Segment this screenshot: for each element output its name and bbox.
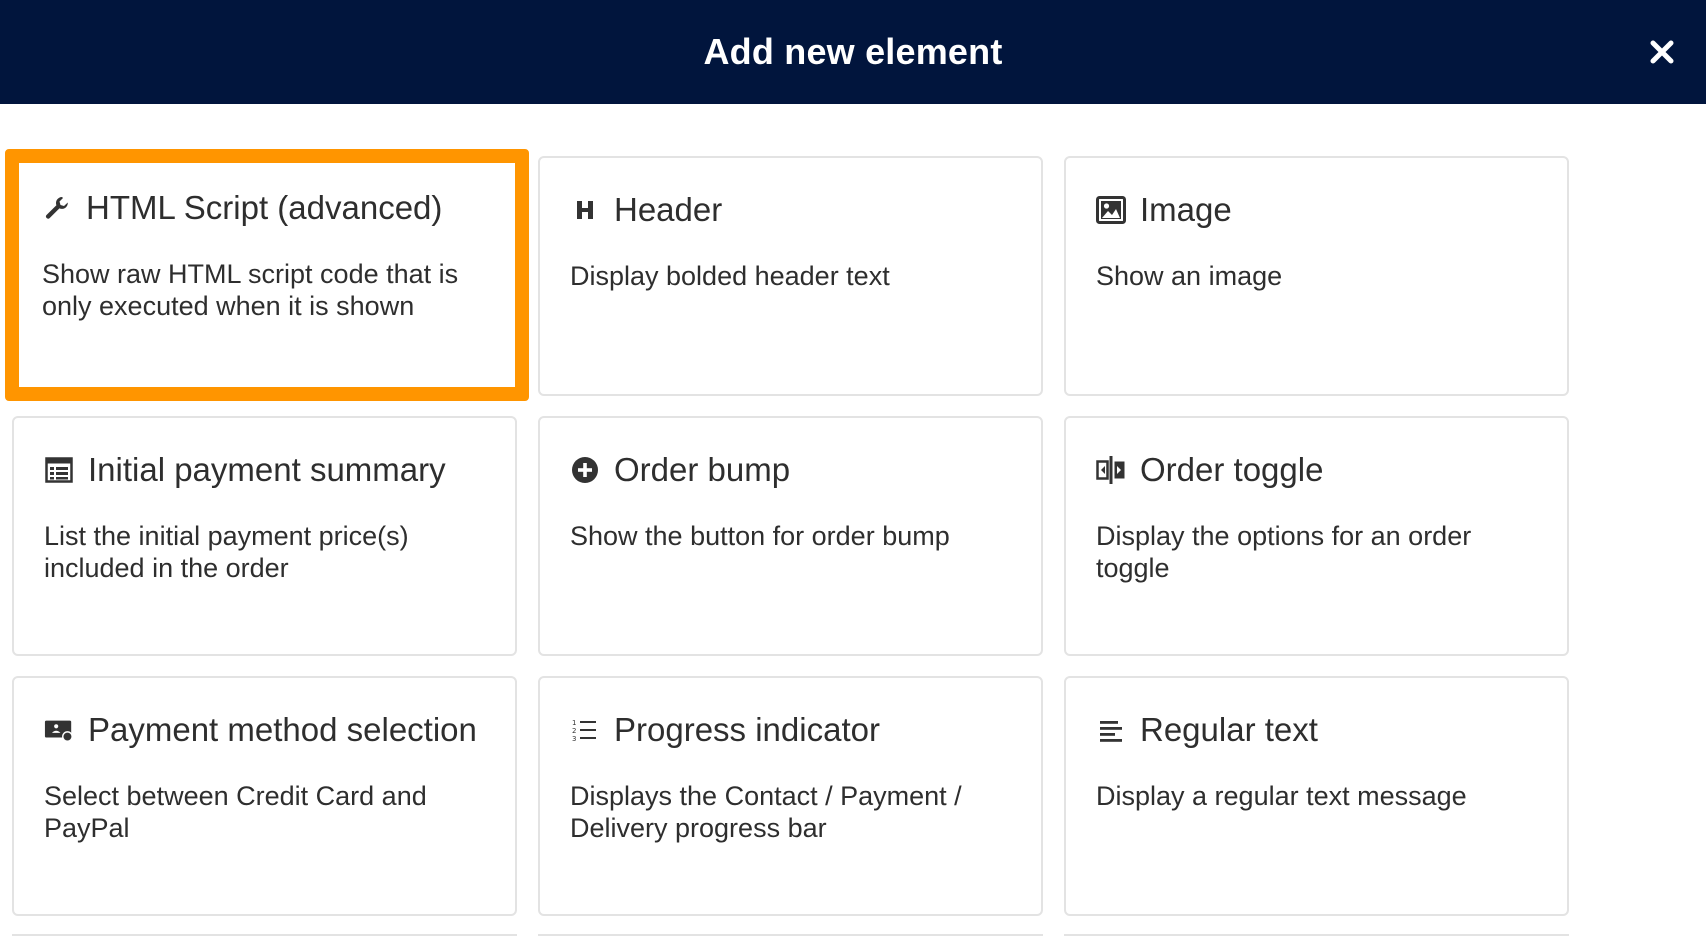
element-card-image[interactable]: Image Show an image <box>1064 156 1569 396</box>
close-icon <box>1650 40 1674 64</box>
card-description: Display bolded header text <box>570 261 890 291</box>
wrench-icon <box>42 193 72 223</box>
svg-text:2: 2 <box>572 727 576 735</box>
next-row-card-edge <box>1064 934 1569 940</box>
dialog-title: Add new element <box>703 31 1003 72</box>
card-description: Display a regular text message <box>1096 781 1467 811</box>
card-description: List the initial payment price(s) includ… <box>44 521 409 583</box>
card-description: Show an image <box>1096 261 1283 291</box>
card-title: Progress indicator <box>614 711 880 748</box>
card-title: Order toggle <box>1140 451 1324 488</box>
card-title: Header <box>614 191 723 228</box>
element-card-progress-indicator[interactable]: 1 2 3 Progress indicator Displays the Co… <box>538 676 1043 916</box>
numbered-list-icon: 1 2 3 <box>570 715 600 745</box>
svg-text:1: 1 <box>572 719 576 727</box>
card-description: Display the options for an order toggle <box>1096 521 1472 583</box>
card-description: Select between Credit Card and PayPal <box>44 781 427 843</box>
element-card-order-bump[interactable]: Order bump Show the button for order bum… <box>538 416 1043 656</box>
text-align-icon <box>1096 715 1126 745</box>
close-button[interactable] <box>1642 32 1682 72</box>
card-title: Image <box>1140 191 1232 228</box>
card-description: Displays the Contact / Payment / Deliver… <box>570 781 962 843</box>
payment-icon <box>44 715 74 745</box>
element-card-html-script[interactable]: HTML Script (advanced) Show raw HTML scr… <box>5 149 529 401</box>
svg-text:3: 3 <box>572 735 576 743</box>
table-icon <box>44 455 74 485</box>
next-row-card-edge <box>538 934 1043 940</box>
toggle-icon <box>1096 455 1126 485</box>
card-description: Show the button for order bump <box>570 521 950 551</box>
element-card-payment-method-selection[interactable]: Payment method selection Select between … <box>12 676 517 916</box>
card-title: Order bump <box>614 451 791 488</box>
plus-circle-icon <box>570 455 600 485</box>
element-card-order-toggle[interactable]: Order toggle Display the options for an … <box>1064 416 1569 656</box>
card-title: Regular text <box>1140 711 1318 748</box>
header-icon <box>570 195 600 225</box>
dialog-header: Add new element <box>0 0 1706 104</box>
card-description: Show raw HTML script code that is only e… <box>42 259 459 321</box>
element-grid: HTML Script (advanced) Show raw HTML scr… <box>5 149 1569 916</box>
image-icon <box>1096 195 1126 225</box>
card-title: Payment method selection <box>88 711 477 748</box>
element-card-header[interactable]: Header Display bolded header text <box>538 156 1043 396</box>
element-card-initial-payment-summary[interactable]: Initial payment summary List the initial… <box>12 416 517 656</box>
next-row-card-edge <box>12 934 517 940</box>
card-title: Initial payment summary <box>88 451 446 488</box>
element-card-regular-text[interactable]: Regular text Display a regular text mess… <box>1064 676 1569 916</box>
card-title: HTML Script (advanced) <box>86 189 443 226</box>
